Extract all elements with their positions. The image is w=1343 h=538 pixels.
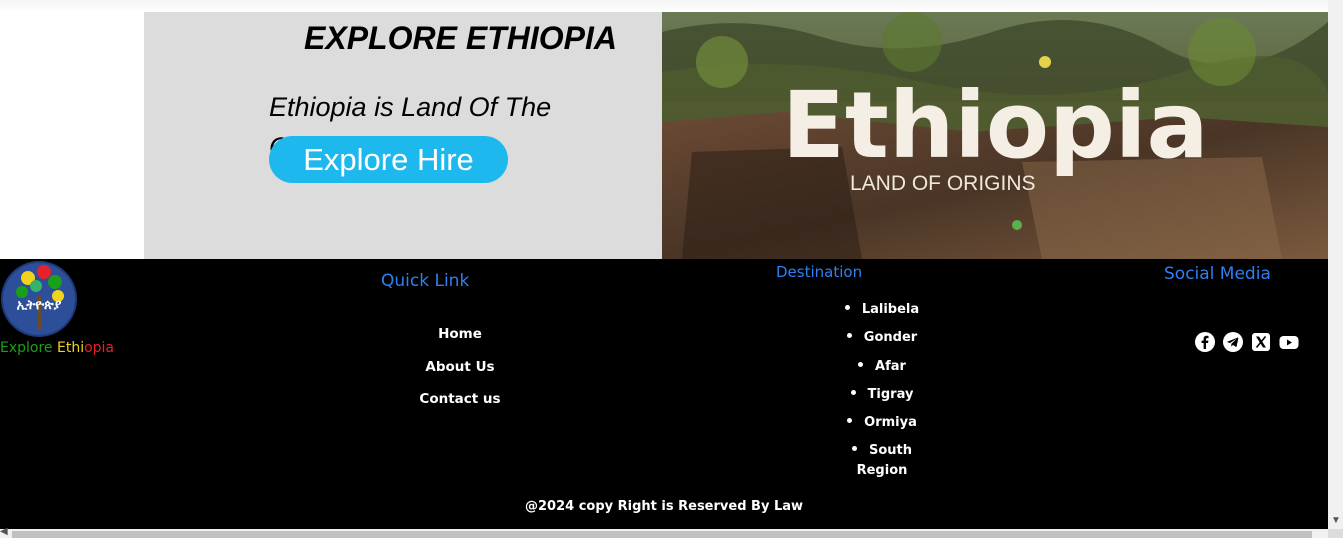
brand-part-1: Explore [0, 340, 57, 356]
list-item: Home [380, 323, 540, 356]
quick-link-heading: Quick Link [381, 271, 470, 291]
x-icon[interactable] [1251, 332, 1271, 352]
brand-part-3: opia [84, 340, 115, 356]
facebook-icon[interactable] [1195, 332, 1215, 352]
horizontal-scrollbar[interactable]: ◀ [0, 526, 1328, 538]
destination-list: Lalibela Gonder Afar Tigray Ormiya South… [820, 300, 944, 490]
scrollbar-thumb[interactable] [12, 531, 1312, 538]
vertical-scrollbar[interactable]: ▼ [1328, 0, 1343, 538]
bullet-icon [858, 361, 864, 367]
bullet-icon [844, 305, 850, 310]
destination-item[interactable]: Ormiya [820, 413, 944, 433]
destination-item[interactable]: Gonder [820, 328, 944, 348]
hero-landscape-image: Ethiopia LAND OF ORIGINS [662, 12, 1328, 259]
destination-item[interactable]: Lalibela [820, 300, 944, 320]
logo-text: ኢትዮጵያ [17, 298, 62, 313]
hero-image: Ethiopia LAND OF ORIGINS [662, 12, 1328, 259]
hero-image-tagline: LAND OF ORIGINS [850, 172, 1036, 195]
brand-name: Explore Ethiopia [0, 340, 114, 356]
telegram-icon[interactable] [1223, 332, 1243, 352]
list-item: Contact us [380, 388, 540, 421]
scrollbar-corner [1328, 529, 1343, 538]
social-media-heading: Social Media [1164, 264, 1271, 284]
copyright-text: @2024 copy Right is Reserved By Law [524, 499, 804, 514]
social-icons [1195, 332, 1299, 352]
top-strip [0, 0, 1328, 12]
youtube-icon[interactable] [1279, 332, 1299, 352]
destination-item[interactable]: Afar [820, 357, 944, 377]
hero-image-logo-word: Ethiopia [782, 72, 1209, 179]
bullet-icon [851, 446, 857, 452]
about-us-link[interactable]: About Us [425, 359, 494, 375]
destination-item[interactable]: South Region [832, 441, 932, 481]
quick-link-list: Home About Us Contact us [380, 323, 540, 421]
bullet-icon [850, 389, 856, 395]
logo-icon[interactable]: ኢትዮጵያ [0, 260, 78, 338]
scroll-down-arrow-icon[interactable]: ▼ [1331, 515, 1341, 526]
hero-title: EXPLORE ETHIOPIA [304, 20, 617, 56]
list-item: About Us [380, 356, 540, 389]
hero-section: EXPLORE ETHIOPIA Ethiopia is Land Of The… [144, 12, 662, 259]
destination-item[interactable]: Tigray [820, 385, 944, 405]
site-footer: ኢትዮጵያ Explore Ethiopia Quick Link Home A… [0, 259, 1328, 529]
bullet-icon [847, 418, 853, 424]
home-link[interactable]: Home [438, 326, 482, 342]
scroll-left-arrow-icon[interactable]: ◀ [0, 526, 8, 537]
explore-button[interactable]: Explore Hire [269, 136, 508, 183]
bullet-icon [846, 333, 852, 339]
destination-heading: Destination [776, 263, 863, 281]
brand-part-2: Ethi [56, 340, 85, 356]
contact-us-link[interactable]: Contact us [419, 391, 500, 407]
